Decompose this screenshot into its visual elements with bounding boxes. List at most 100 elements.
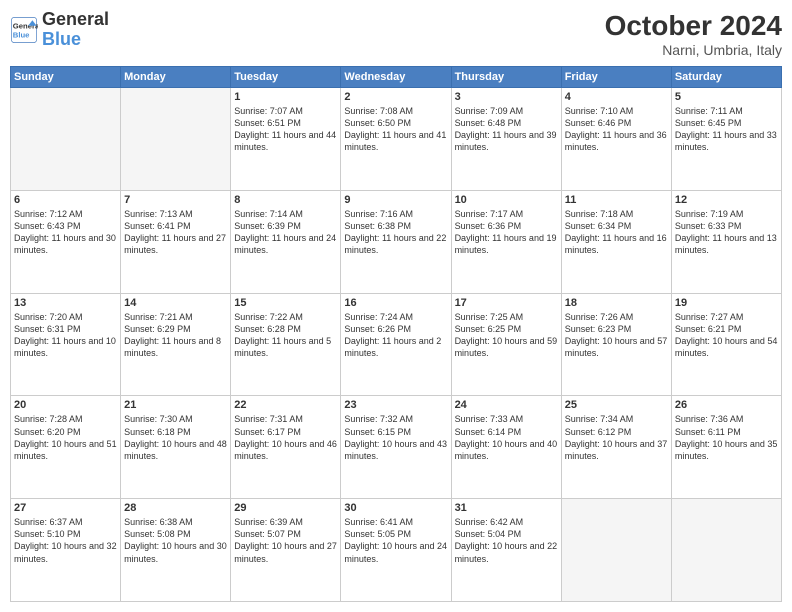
col-saturday: Saturday <box>671 67 781 88</box>
table-row: 8 Sunrise: 7:14 AM Sunset: 6:39 PM Daylig… <box>231 190 341 293</box>
col-friday: Friday <box>561 67 671 88</box>
table-row: 13 Sunrise: 7:20 AM Sunset: 6:31 PM Dayli… <box>11 293 121 396</box>
header: General Blue General Blue October 2024 N… <box>10 10 782 58</box>
day-number: 29 <box>234 502 337 514</box>
week-row-2: 13 Sunrise: 7:20 AM Sunset: 6:31 PM Dayli… <box>11 293 782 396</box>
day-info: Sunrise: 7:08 AM Sunset: 6:50 PM Dayligh… <box>344 105 447 154</box>
day-info: Sunrise: 7:33 AM Sunset: 6:14 PM Dayligh… <box>455 413 558 462</box>
day-number: 18 <box>565 297 668 309</box>
day-number: 7 <box>124 194 227 206</box>
day-number: 26 <box>675 399 778 411</box>
table-row: 24Sunrise: 7:33 AM Sunset: 6:14 PM Dayli… <box>451 396 561 499</box>
table-row: 23Sunrise: 7:32 AM Sunset: 6:15 PM Dayli… <box>341 396 451 499</box>
table-row: 28 Sunrise: 6:38 AM Sunset: 5:08 PM Dayli… <box>121 499 231 602</box>
logo: General Blue General Blue <box>10 10 109 50</box>
logo-line2: Blue <box>42 30 109 50</box>
table-row: 15 Sunrise: 7:22 AM Sunset: 6:28 PM Dayli… <box>231 293 341 396</box>
table-row: 6 Sunrise: 7:12 AM Sunset: 6:43 PM Daylig… <box>11 190 121 293</box>
col-thursday: Thursday <box>451 67 561 88</box>
day-number: 22 <box>234 399 337 411</box>
day-number: 31 <box>455 502 558 514</box>
day-number: 15 <box>234 297 337 309</box>
day-info: Sunrise: 7:25 AM Sunset: 6:25 PM Dayligh… <box>455 311 558 360</box>
col-wednesday: Wednesday <box>341 67 451 88</box>
table-row: 7 Sunrise: 7:13 AM Sunset: 6:41 PM Daylig… <box>121 190 231 293</box>
day-info: Sunrise: 7:30 AM Sunset: 6:18 PM Dayligh… <box>124 413 227 462</box>
table-row: 16 Sunrise: 7:24 AM Sunset: 6:26 PM Dayli… <box>341 293 451 396</box>
day-info: Sunrise: 7:22 AM Sunset: 6:28 PM Dayligh… <box>234 311 337 360</box>
day-number: 10 <box>455 194 558 206</box>
day-info: Sunrise: 6:38 AM Sunset: 5:08 PM Dayligh… <box>124 516 227 565</box>
day-number: 16 <box>344 297 447 309</box>
day-info: Sunrise: 7:13 AM Sunset: 6:41 PM Dayligh… <box>124 208 227 257</box>
day-info: Sunrise: 7:21 AM Sunset: 6:29 PM Dayligh… <box>124 311 227 360</box>
table-row: 27 Sunrise: 6:37 AM Sunset: 5:10 PM Dayli… <box>11 499 121 602</box>
table-row: 9Sunrise: 7:16 AM Sunset: 6:38 PM Daylig… <box>341 190 451 293</box>
table-row <box>121 88 231 191</box>
day-number: 28 <box>124 502 227 514</box>
week-row-3: 20Sunrise: 7:28 AM Sunset: 6:20 PM Dayli… <box>11 396 782 499</box>
svg-text:Blue: Blue <box>13 30 30 39</box>
day-info: Sunrise: 7:11 AM Sunset: 6:45 PM Dayligh… <box>675 105 778 154</box>
day-number: 4 <box>565 91 668 103</box>
table-row: 22 Sunrise: 7:31 AM Sunset: 6:17 PM Dayli… <box>231 396 341 499</box>
table-row: 19Sunrise: 7:27 AM Sunset: 6:21 PM Dayli… <box>671 293 781 396</box>
day-info: Sunrise: 7:32 AM Sunset: 6:15 PM Dayligh… <box>344 413 447 462</box>
col-monday: Monday <box>121 67 231 88</box>
day-info: Sunrise: 7:31 AM Sunset: 6:17 PM Dayligh… <box>234 413 337 462</box>
day-number: 30 <box>344 502 447 514</box>
day-number: 12 <box>675 194 778 206</box>
table-row <box>11 88 121 191</box>
day-number: 9 <box>344 194 447 206</box>
week-row-0: 1 Sunrise: 7:07 AM Sunset: 6:51 PM Daylig… <box>11 88 782 191</box>
table-row: 1 Sunrise: 7:07 AM Sunset: 6:51 PM Daylig… <box>231 88 341 191</box>
day-info: Sunrise: 7:19 AM Sunset: 6:33 PM Dayligh… <box>675 208 778 257</box>
table-row: 30Sunrise: 6:41 AM Sunset: 5:05 PM Dayli… <box>341 499 451 602</box>
table-row: 18 Sunrise: 7:26 AM Sunset: 6:23 PM Dayli… <box>561 293 671 396</box>
page: General Blue General Blue October 2024 N… <box>0 0 792 612</box>
table-row: 29 Sunrise: 6:39 AM Sunset: 5:07 PM Dayli… <box>231 499 341 602</box>
table-row: 31 Sunrise: 6:42 AM Sunset: 5:04 PM Dayli… <box>451 499 561 602</box>
calendar-header-row: Sunday Monday Tuesday Wednesday Thursday… <box>11 67 782 88</box>
table-row: 2 Sunrise: 7:08 AM Sunset: 6:50 PM Daylig… <box>341 88 451 191</box>
day-info: Sunrise: 6:42 AM Sunset: 5:04 PM Dayligh… <box>455 516 558 565</box>
day-number: 5 <box>675 91 778 103</box>
day-info: Sunrise: 7:26 AM Sunset: 6:23 PM Dayligh… <box>565 311 668 360</box>
table-row: 11Sunrise: 7:18 AM Sunset: 6:34 PM Dayli… <box>561 190 671 293</box>
day-number: 13 <box>14 297 117 309</box>
day-info: Sunrise: 7:36 AM Sunset: 6:11 PM Dayligh… <box>675 413 778 462</box>
day-number: 11 <box>565 194 668 206</box>
col-tuesday: Tuesday <box>231 67 341 88</box>
day-info: Sunrise: 7:14 AM Sunset: 6:39 PM Dayligh… <box>234 208 337 257</box>
week-row-1: 6 Sunrise: 7:12 AM Sunset: 6:43 PM Daylig… <box>11 190 782 293</box>
day-number: 2 <box>344 91 447 103</box>
logo-text: General Blue <box>42 10 109 50</box>
day-info: Sunrise: 6:37 AM Sunset: 5:10 PM Dayligh… <box>14 516 117 565</box>
logo-line1: General <box>42 10 109 30</box>
day-number: 20 <box>14 399 117 411</box>
day-number: 21 <box>124 399 227 411</box>
title-block: October 2024 Narni, Umbria, Italy <box>605 10 782 58</box>
day-info: Sunrise: 7:07 AM Sunset: 6:51 PM Dayligh… <box>234 105 337 154</box>
table-row: 26 Sunrise: 7:36 AM Sunset: 6:11 PM Dayli… <box>671 396 781 499</box>
month-title: October 2024 <box>605 10 782 42</box>
day-info: Sunrise: 7:24 AM Sunset: 6:26 PM Dayligh… <box>344 311 447 360</box>
day-number: 19 <box>675 297 778 309</box>
table-row: 20Sunrise: 7:28 AM Sunset: 6:20 PM Dayli… <box>11 396 121 499</box>
table-row <box>671 499 781 602</box>
day-info: Sunrise: 7:09 AM Sunset: 6:48 PM Dayligh… <box>455 105 558 154</box>
day-info: Sunrise: 7:20 AM Sunset: 6:31 PM Dayligh… <box>14 311 117 360</box>
table-row: 12 Sunrise: 7:19 AM Sunset: 6:33 PM Dayli… <box>671 190 781 293</box>
logo-icon: General Blue <box>10 16 38 44</box>
day-number: 8 <box>234 194 337 206</box>
table-row: 25Sunrise: 7:34 AM Sunset: 6:12 PM Dayli… <box>561 396 671 499</box>
day-number: 6 <box>14 194 117 206</box>
day-number: 27 <box>14 502 117 514</box>
day-info: Sunrise: 7:17 AM Sunset: 6:36 PM Dayligh… <box>455 208 558 257</box>
day-number: 1 <box>234 91 337 103</box>
day-info: Sunrise: 6:39 AM Sunset: 5:07 PM Dayligh… <box>234 516 337 565</box>
logo-line2-text: Blue <box>42 29 81 49</box>
day-number: 3 <box>455 91 558 103</box>
day-info: Sunrise: 7:12 AM Sunset: 6:43 PM Dayligh… <box>14 208 117 257</box>
calendar-table: Sunday Monday Tuesday Wednesday Thursday… <box>10 66 782 602</box>
